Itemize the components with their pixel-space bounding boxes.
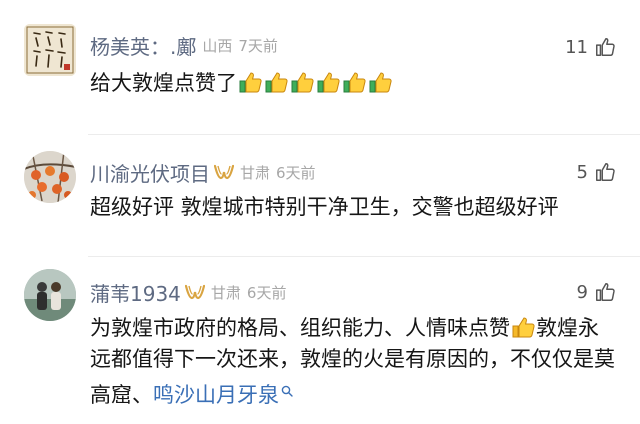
comment-text: 给大敦煌点赞了 (90, 68, 616, 98)
location-link[interactable]: 鸣沙山月牙泉 (153, 383, 279, 407)
avatar[interactable] (24, 269, 76, 321)
thumbs-up-icon[interactable] (594, 36, 616, 58)
comment-text-content: 给大敦煌点赞了 (90, 71, 237, 95)
thumbs-up-icon[interactable] (594, 281, 616, 303)
thumbs-up-emoji (341, 70, 367, 94)
region-label: 甘肃 (240, 163, 271, 182)
thumbs-up-emoji (289, 70, 315, 94)
comment-header: 杨美英：.鄺 山西 7天前 (90, 30, 278, 60)
thumbs-up-emoji (237, 70, 263, 94)
like-count: 5 (576, 161, 588, 183)
comment-text-content: 超级好评 敦煌城市特别干净卫生，交警也超级好评 (90, 195, 559, 219)
like-button[interactable]: 9 (577, 277, 616, 307)
avatar[interactable] (24, 151, 76, 203)
comment-text: 超级好评 敦煌城市特别干净卫生，交警也超级好评 (90, 192, 616, 222)
search-icon[interactable] (281, 375, 293, 397)
vip-badge-icon (213, 163, 235, 181)
thumbs-up-emoji-group (237, 71, 393, 95)
timestamp: 7天前 (238, 36, 278, 55)
timestamp: 6天前 (246, 283, 287, 302)
timestamp: 6天前 (276, 163, 316, 182)
region-label: 山西 (202, 36, 233, 55)
region-label: 甘肃 (210, 283, 241, 302)
thumbs-up-emoji (510, 315, 536, 339)
thumbs-up-emoji (263, 70, 289, 94)
thumbs-up-icon[interactable] (594, 161, 616, 183)
vip-badge-icon (184, 283, 206, 301)
username[interactable]: 川渝光伏项目 (90, 158, 210, 187)
thumbs-up-emoji (367, 70, 393, 94)
comment-header: 川渝光伏项目 甘肃 6天前 (90, 157, 316, 187)
like-count: 11 (565, 36, 588, 58)
comment-item: 蒲苇1934 甘肃 6天前 9 为敦煌市政府的格局、组织能力、人情味点赞 敦煌永… (0, 257, 640, 424)
persimmon-avatar-image (24, 151, 76, 203)
like-button[interactable]: 11 (565, 32, 616, 62)
comment-header: 蒲苇1934 甘肃 6天前 (90, 277, 286, 307)
calligraphy-avatar-image (24, 24, 76, 76)
like-button[interactable]: 5 (577, 157, 616, 187)
username[interactable]: 蒲苇1934 (90, 278, 181, 307)
comment-text: 为敦煌市政府的格局、组织能力、人情味点赞 敦煌永远都值得下一次还来，敦煌的火是有… (90, 313, 616, 411)
username[interactable]: 杨美英：.鄺 (90, 31, 196, 60)
comment-item: 川渝光伏项目 甘肃 6天前 5 超级好评 敦煌城市特别干净卫生，交警也超级好评 (0, 135, 640, 257)
comment-text-part1: 为敦煌市政府的格局、组织能力、人情味点赞 (90, 316, 510, 340)
like-count: 9 (576, 281, 588, 303)
comment-item: 杨美英：.鄺 山西 7天前 11 给大敦煌点赞了 (0, 0, 640, 134)
avatar[interactable] (24, 24, 76, 76)
photo-avatar-image (24, 269, 76, 321)
thumbs-up-emoji (315, 70, 341, 94)
